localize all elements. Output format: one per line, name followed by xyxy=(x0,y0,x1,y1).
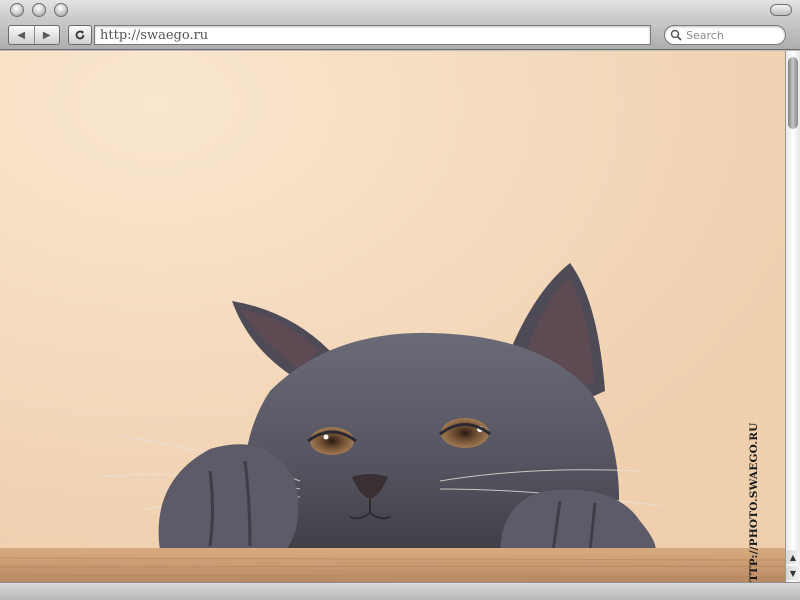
horizontal-scrollbar[interactable] xyxy=(0,582,800,600)
search-field[interactable] xyxy=(664,25,786,45)
cat-photo xyxy=(0,51,785,582)
forward-arrow-icon: ▶ xyxy=(42,29,51,41)
magnifier-icon xyxy=(670,29,682,41)
vertical-scrollbar[interactable]: ▲ ▼ xyxy=(785,51,800,582)
watermark-box: HTTP://PHOTO.SWAEGO.RU xyxy=(742,423,770,583)
back-arrow-icon: ◀ xyxy=(17,29,26,41)
minimize-window-button[interactable] xyxy=(32,3,46,17)
address-bar[interactable] xyxy=(94,25,651,45)
reload-button[interactable] xyxy=(68,25,92,45)
scroll-down-button[interactable]: ▼ xyxy=(786,566,800,580)
toolbar-toggle-button[interactable] xyxy=(770,4,792,16)
back-button[interactable]: ◀ xyxy=(9,26,34,44)
reload-icon xyxy=(75,30,85,40)
window-titlebar xyxy=(0,0,800,22)
close-window-button[interactable] xyxy=(10,3,24,17)
scroll-up-button[interactable]: ▲ xyxy=(786,550,800,564)
zoom-window-button[interactable] xyxy=(54,3,68,17)
scrollbar-thumb[interactable] xyxy=(788,57,798,129)
search-input[interactable] xyxy=(686,28,776,42)
forward-button[interactable]: ▶ xyxy=(33,26,60,44)
page-content: HTTP://PHOTO.SWAEGO.RU xyxy=(0,51,785,582)
arrow-down-icon: ▼ xyxy=(789,568,797,578)
browser-toolbar: ◀ ▶ xyxy=(0,22,800,50)
photo-watermark: HTTP://PHOTO.SWAEGO.RU xyxy=(748,422,760,583)
arrow-up-icon: ▲ xyxy=(789,552,797,562)
navigation-buttons: ◀ ▶ xyxy=(8,25,60,45)
